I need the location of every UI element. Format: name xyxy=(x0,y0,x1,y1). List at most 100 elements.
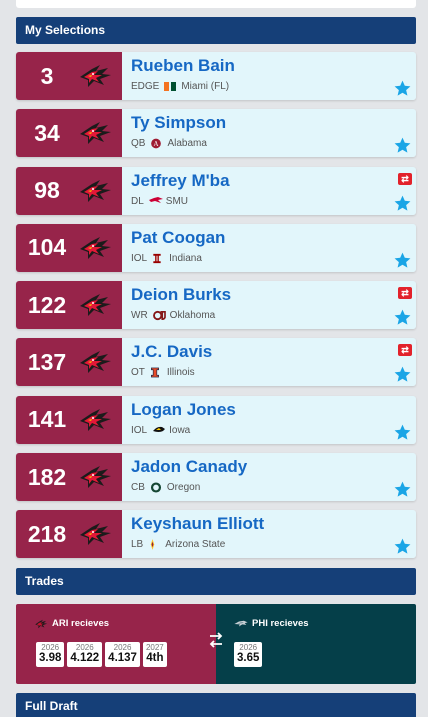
player-info: Ty Simpson QB A Alabama xyxy=(122,109,416,158)
player-meta: DL SMU xyxy=(131,196,188,207)
pick-row-98[interactable]: 98 Jeffrey M'ba DL SMU ⇄ xyxy=(16,166,416,215)
cardinal-head-icon xyxy=(80,179,111,202)
player-school: Oregon xyxy=(166,482,201,494)
oregon-logo-icon xyxy=(150,482,162,493)
cardinal-head-icon xyxy=(80,351,111,374)
trade-swap-icon[interactable]: ⇄ xyxy=(398,172,412,185)
pick-number: 98 xyxy=(34,177,60,204)
asset-year: 2026 xyxy=(75,643,94,652)
star-icon[interactable] xyxy=(393,194,412,213)
iowa-logo-icon xyxy=(152,425,166,436)
miami-logo-icon xyxy=(164,81,177,92)
player-position: QB xyxy=(131,138,146,150)
ari-receives-panel: ARI recieves 2026 3.98 2026 4.122 2026 4… xyxy=(16,604,216,684)
pick-badge: 182 xyxy=(16,453,122,502)
player-school: SMU xyxy=(165,195,189,207)
star-icon[interactable] xyxy=(393,251,412,270)
asset-year: 2027 xyxy=(145,643,164,652)
smu-logo-icon xyxy=(148,196,163,207)
pick-badge: 122 xyxy=(16,281,122,330)
star-icon[interactable] xyxy=(393,79,412,98)
player-name[interactable]: Deion Burks xyxy=(131,285,231,305)
pick-number: 141 xyxy=(27,406,67,433)
player-info: Keyshaun Elliott LB Arizona State xyxy=(122,510,416,559)
draft-pick-asset: 2026 4.122 xyxy=(67,642,103,667)
player-school: Illinois xyxy=(166,367,195,379)
ari-receives-title: ARI recieves xyxy=(34,618,109,629)
player-name[interactable]: Jadon Canady xyxy=(131,457,247,477)
trade-swap-icon[interactable]: ⇄ xyxy=(398,287,412,300)
player-position: IOL xyxy=(131,252,148,264)
star-icon[interactable] xyxy=(393,308,412,327)
pick-row-104[interactable]: 104 Pat Coogan IOL Indiana xyxy=(16,223,416,272)
star-icon[interactable] xyxy=(393,480,412,499)
draft-pick-asset: 2026 3.65 xyxy=(234,642,263,667)
pick-badge: 141 xyxy=(16,395,122,444)
draft-pick-asset: 2026 3.98 xyxy=(36,642,65,667)
player-meta: LB Arizona State xyxy=(131,539,225,550)
pick-row-3[interactable]: 3 Rueben Bain EDGE Miami (FL) xyxy=(16,52,416,100)
player-name[interactable]: Pat Coogan xyxy=(131,228,225,248)
player-school: Indiana xyxy=(169,252,202,264)
oklahoma-logo-icon xyxy=(152,310,166,321)
ari-receives-label: ARI recieves xyxy=(52,618,110,629)
pick-row-182[interactable]: 182 Jadon Canady CB Oregon xyxy=(16,453,416,502)
star-icon[interactable] xyxy=(393,537,412,556)
cardinal-head-icon xyxy=(80,466,111,489)
phi-receives-panel: PHI recieves 2026 3.65 xyxy=(216,604,416,684)
draft-pick-asset: 2026 4.137 xyxy=(105,642,140,667)
asset-year: 2026 xyxy=(239,643,258,652)
star-icon[interactable] xyxy=(393,423,412,442)
player-info: Jeffrey M'ba DL SMU ⇄ xyxy=(122,166,416,215)
player-info: Logan Jones IOL Iowa xyxy=(122,395,416,444)
pick-badge: 104 xyxy=(16,223,122,272)
player-meta: QB A Alabama xyxy=(131,138,207,149)
player-name[interactable]: Logan Jones xyxy=(131,400,236,420)
asset-year: 2026 xyxy=(113,643,132,652)
player-name[interactable]: Keyshaun Elliott xyxy=(131,514,264,534)
pick-number: 137 xyxy=(27,348,67,375)
player-name[interactable]: Jeffrey M'ba xyxy=(131,171,230,191)
pick-number: 3 xyxy=(40,62,54,89)
asset-value: 3.98 xyxy=(39,652,62,664)
player-meta: WR Oklahoma xyxy=(131,310,215,321)
asset-value: 4th xyxy=(146,652,164,664)
player-name[interactable]: Rueben Bain xyxy=(131,56,235,76)
alabama-logo-icon: A xyxy=(150,138,162,149)
pick-row-137[interactable]: 137 J.C. Davis OT Illinois ⇄ xyxy=(16,338,416,387)
player-school: Alabama xyxy=(167,138,207,150)
cardinal-head-icon xyxy=(80,523,111,546)
pick-badge: 98 xyxy=(16,166,122,215)
draft-pick-asset: 2027 4th xyxy=(142,642,167,667)
full-draft-header[interactable]: Full Draft xyxy=(16,693,416,717)
svg-text:A: A xyxy=(154,141,159,148)
player-position: DL xyxy=(131,195,144,207)
illinois-logo-icon xyxy=(150,367,162,378)
cardinal-head-icon xyxy=(80,236,111,259)
asset-year: 2026 xyxy=(41,643,60,652)
asset-value: 4.137 xyxy=(108,652,137,664)
pick-badge: 34 xyxy=(16,109,122,158)
player-school: Oklahoma xyxy=(169,310,216,322)
previous-card-edge xyxy=(16,0,416,8)
player-info: J.C. Davis OT Illinois ⇄ xyxy=(122,338,416,387)
pick-row-141[interactable]: 141 Logan Jones IOL Iowa xyxy=(16,395,416,444)
player-name[interactable]: J.C. Davis xyxy=(131,342,212,362)
pick-list: 3 Rueben Bain EDGE Miami (FL) 34 Ty Simp… xyxy=(16,52,416,568)
player-name[interactable]: Ty Simpson xyxy=(131,113,226,133)
pick-badge: 3 xyxy=(16,52,122,100)
asset-value: 3.65 xyxy=(237,652,260,664)
pick-badge: 218 xyxy=(16,510,122,559)
pick-row-122[interactable]: 122 Deion Burks WR Oklahoma ⇄ xyxy=(16,281,416,330)
pick-number: 182 xyxy=(27,463,67,490)
pick-row-218[interactable]: 218 Keyshaun Elliott LB Arizona State xyxy=(16,510,416,559)
player-meta: IOL Indiana xyxy=(131,253,202,264)
cardinal-head-icon xyxy=(80,294,111,317)
star-icon[interactable] xyxy=(393,136,412,155)
player-meta: CB Oregon xyxy=(131,482,200,493)
trade-swap-icon[interactable]: ⇄ xyxy=(398,344,412,357)
phi-receives-label: PHI recieves xyxy=(252,618,309,629)
cardinal-head-icon xyxy=(80,408,111,431)
pick-row-34[interactable]: 34 Ty Simpson QB A Alabama xyxy=(16,109,416,158)
star-icon[interactable] xyxy=(393,365,412,384)
